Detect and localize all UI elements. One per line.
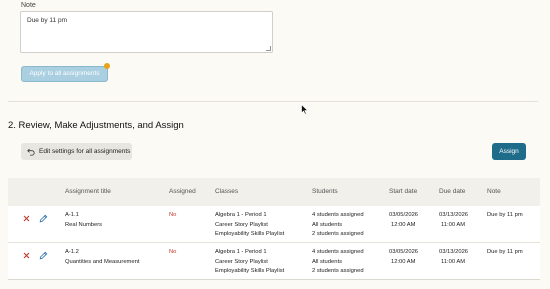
note-cell: Due by 11 pm: [487, 212, 523, 218]
students-count: 4 students assigned: [312, 212, 364, 218]
delete-x-icon[interactable]: [19, 211, 33, 225]
edit-settings-button[interactable]: Edit settings for all assignments: [21, 143, 132, 160]
students-count: 2 students assigned: [312, 268, 364, 274]
assignment-code: A-1.1: [65, 212, 79, 218]
header-note: Note: [487, 188, 501, 195]
due-date-cell: 03/13/2026 11:00 AM: [439, 211, 468, 230]
students-cell: 4 students assigned All students 2 stude…: [312, 248, 364, 277]
assignment-code: A-1.2: [65, 249, 79, 255]
class-name: Algebra 1 - Period 1: [215, 212, 267, 218]
table-header: Assignment title Assigned Classes Studen…: [8, 178, 540, 206]
note-textarea[interactable]: Due by 11 pm: [20, 11, 273, 53]
assignment-cell: A-1.1 Real Numbers: [65, 211, 102, 230]
due-date: 03/13/2026: [439, 249, 469, 255]
students-count: All students: [312, 258, 342, 265]
class-name: Algebra 1 - Period 1: [215, 249, 267, 255]
note-label: Note: [21, 2, 36, 9]
start-date-cell: 03/05/2026 12:00 AM: [389, 248, 418, 267]
classes-cell: Algebra 1 - Period 1 Career Story Playli…: [215, 211, 284, 240]
assigned-status: No: [169, 249, 177, 255]
class-name: Employability Skills Playlist: [215, 268, 285, 274]
table-row: A-1.1 Real Numbers No Algebra 1 - Period…: [8, 206, 540, 243]
note-value: Due by 11 pm: [27, 17, 67, 24]
header-assignment-title: Assignment title: [65, 188, 111, 195]
due-time: 11:00 AM: [441, 221, 466, 228]
header-start-date: Start date: [389, 188, 418, 195]
class-name: Career Story Playlist: [215, 221, 268, 228]
start-time: 12:00 AM: [391, 258, 416, 265]
edit-settings-label: Edit settings for all assignments: [39, 148, 131, 155]
assignment-title: Real Numbers: [65, 221, 103, 228]
start-date-cell: 03/05/2026 12:00 AM: [389, 211, 418, 230]
assign-button[interactable]: Assign: [492, 143, 526, 160]
start-time: 12:00 AM: [391, 221, 416, 228]
assignments-table: Assignment title Assigned Classes Studen…: [8, 178, 540, 289]
header-due-date: Due date: [439, 188, 466, 195]
header-assigned: Assigned: [169, 188, 196, 195]
students-count: 4 students assigned: [312, 249, 364, 255]
class-name: Career Story Playlist: [215, 258, 268, 265]
edit-pencil-icon[interactable]: [36, 211, 50, 225]
start-date: 03/05/2026: [389, 249, 419, 255]
header-students: Students: [312, 188, 338, 195]
due-date-cell: 03/13/2026 11:00 AM: [439, 248, 468, 267]
undo-arrow-icon: [27, 148, 35, 155]
resize-handle-icon[interactable]: [266, 46, 271, 51]
header-classes: Classes: [215, 188, 239, 195]
assigned-status: No: [169, 212, 177, 218]
mouse-cursor-icon: [301, 104, 309, 115]
delete-x-icon[interactable]: [19, 248, 33, 262]
section-divider: [8, 101, 538, 102]
section-title: 2. Review, Make Adjustments, and Assign: [8, 120, 184, 131]
due-date: 03/13/2026: [439, 212, 469, 218]
note-cell: Due by 11 pm: [487, 249, 523, 255]
assignment-title: Quantities and Measurement: [65, 258, 140, 265]
class-name: Employability Skills Playlist: [215, 231, 285, 237]
students-count: 2 students assigned: [312, 231, 364, 237]
classes-cell: Algebra 1 - Period 1 Career Story Playli…: [215, 248, 284, 277]
edit-pencil-icon[interactable]: [36, 248, 50, 262]
due-time: 11:00 AM: [441, 258, 466, 265]
students-count: All students: [312, 221, 342, 228]
assignment-cell: A-1.2 Quantities and Measurement: [65, 248, 139, 267]
start-date: 03/05/2026: [389, 212, 419, 218]
students-cell: 4 students assigned All students 2 stude…: [312, 211, 364, 240]
table-row: A-1.2 Quantities and Measurement No Alge…: [8, 243, 540, 280]
notification-dot-icon: [104, 63, 110, 69]
apply-to-all-button[interactable]: Apply to all assignments: [21, 66, 108, 82]
